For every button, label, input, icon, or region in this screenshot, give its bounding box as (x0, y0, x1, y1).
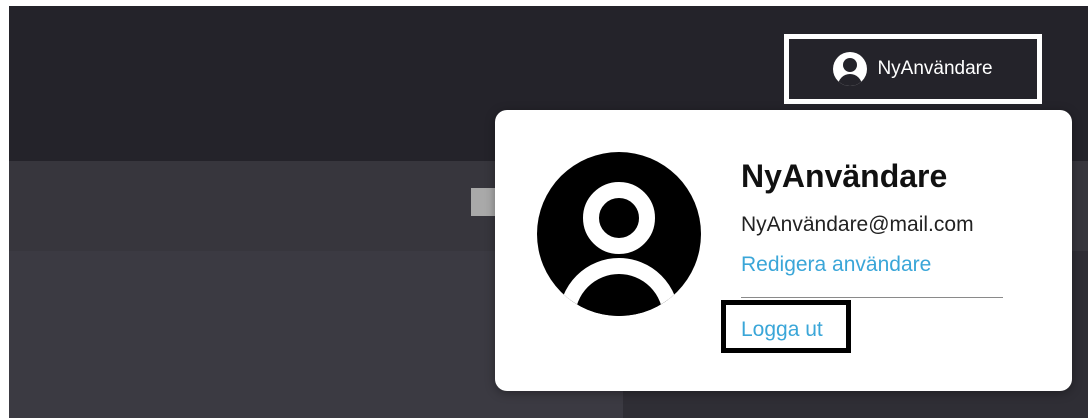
edit-user-link[interactable]: Redigera användare (741, 253, 931, 277)
user-menu-button[interactable]: NyAnvändare (784, 34, 1042, 104)
user-circle-icon (833, 52, 868, 86)
user-popover: NyAnvändare NyAnvändare@mail.com Rediger… (495, 110, 1072, 391)
divider (741, 297, 1003, 298)
screen-edge-left (0, 0, 9, 418)
user-menu-name: NyAnvändare (877, 58, 993, 79)
popover-username: NyAnvändare (741, 158, 948, 194)
app-window: NyAnvändare NyAnvändare NyAnvändare@mail… (0, 0, 1088, 418)
scroll-handle[interactable] (471, 188, 495, 216)
popover-email: NyAnvändare@mail.com (741, 213, 974, 236)
user-avatar-icon (537, 152, 701, 316)
logout-link[interactable]: Logga ut (741, 318, 823, 342)
